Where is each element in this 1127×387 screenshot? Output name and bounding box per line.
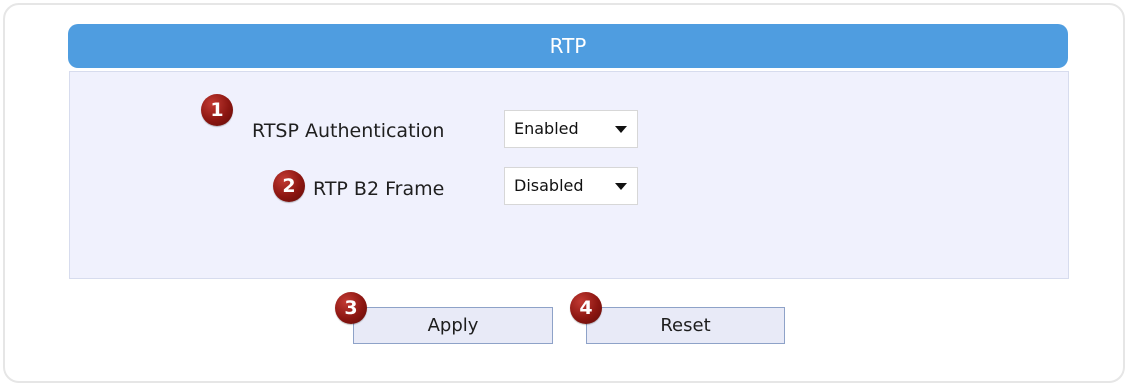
step-badge-3: 3 [335,292,367,324]
reset-button[interactable]: Reset [586,307,785,344]
step-badge-1: 1 [201,94,233,126]
step-badge-2: 2 [273,170,305,202]
chevron-down-icon [615,126,627,133]
panel-title: RTP [68,24,1068,68]
apply-button[interactable]: Apply [353,307,553,344]
rtsp-authentication-value: Enabled [514,119,579,138]
rtp-b2-frame-label: RTP B2 Frame [313,178,445,200]
rtsp-authentication-select[interactable]: Enabled [504,110,638,148]
rtp-b2-frame-select[interactable]: Disabled [504,167,638,205]
rtsp-authentication-label: RTSP Authentication [252,120,445,142]
rtp-b2-frame-value: Disabled [514,176,584,195]
chevron-down-icon [615,183,627,190]
step-badge-4: 4 [570,292,602,324]
